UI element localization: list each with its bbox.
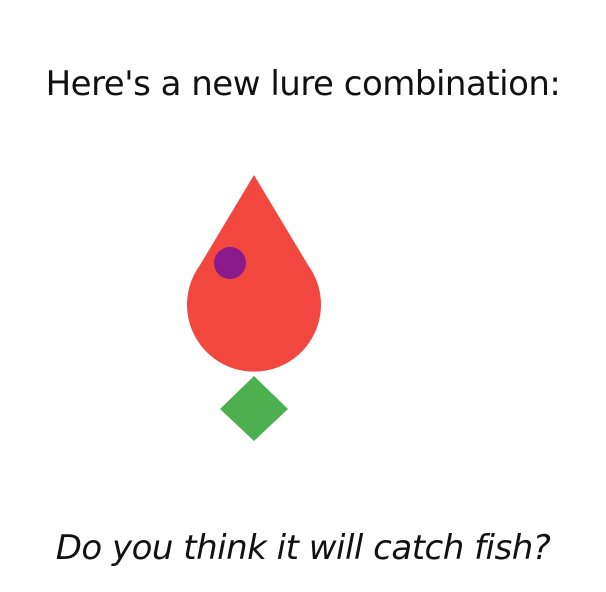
lure-eye-dot: [214, 247, 246, 279]
page-question: Do you think it will catch fish?: [55, 528, 551, 568]
lure-tail-diamond: [220, 376, 288, 441]
page-heading: Here's a new lure combination:: [45, 64, 561, 104]
lure-illustration: [187, 175, 321, 441]
lure-body-teardrop: [187, 175, 321, 372]
